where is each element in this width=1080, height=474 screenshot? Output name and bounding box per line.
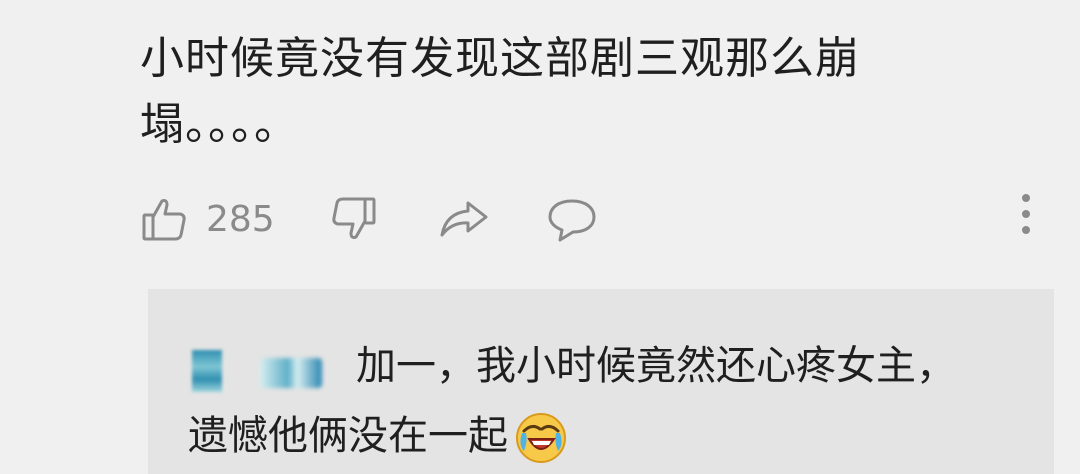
crying-laughing-emoji xyxy=(516,413,566,463)
thumbs-up-icon xyxy=(142,199,186,241)
thumbs-down-icon xyxy=(332,197,376,239)
comment-button[interactable] xyxy=(546,188,598,250)
like-count: 285 xyxy=(206,198,275,240)
more-options-button[interactable] xyxy=(1018,194,1034,246)
comment-actions: 285 xyxy=(140,188,1040,250)
comment-icon xyxy=(548,199,596,242)
comment-text: 小时候竟没有发现这部剧三观那么崩塌。。。。 xyxy=(140,33,860,150)
reply-username-blurred[interactable] xyxy=(188,344,348,392)
blurred-avatar xyxy=(192,350,222,392)
dislike-button[interactable] xyxy=(330,188,378,250)
more-icon xyxy=(1018,194,1034,234)
share-icon xyxy=(440,201,488,237)
like-button[interactable]: 285 xyxy=(140,188,275,250)
reply-box[interactable]: 加一，我小时候竟然还心疼女主，遗憾他俩没在一起 xyxy=(148,289,1054,474)
share-button[interactable] xyxy=(438,188,490,250)
blurred-name xyxy=(260,358,322,388)
reply-line: 加一，我小时候竟然还心疼女主，遗憾他俩没在一起 xyxy=(188,331,968,471)
